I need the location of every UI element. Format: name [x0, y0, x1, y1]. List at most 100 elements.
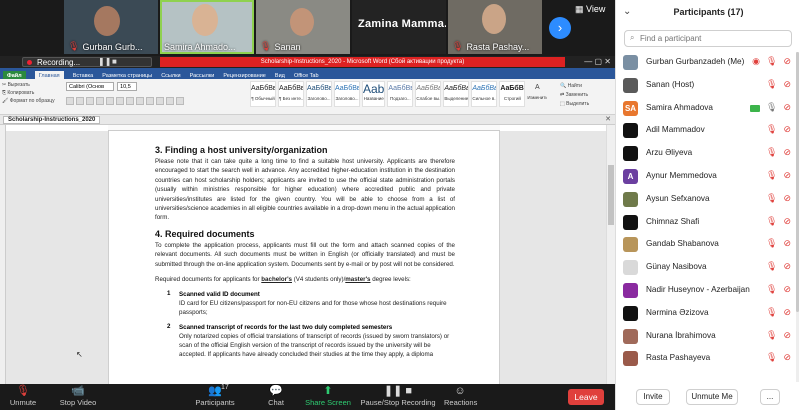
video-off-icon[interactable]: ⊘ — [783, 124, 791, 135]
style-title[interactable]: Aab Название — [362, 81, 386, 107]
style-heading-1[interactable]: АаБбВв Заголово... — [306, 81, 332, 107]
underline-button[interactable] — [86, 97, 94, 105]
video-off-icon[interactable]: ⊘ — [783, 102, 791, 113]
italic-button[interactable] — [76, 97, 84, 105]
video-off-icon[interactable]: ⊘ — [783, 352, 791, 363]
mic-off-icon[interactable]: 🎙 — [766, 170, 777, 181]
style-heading-2[interactable]: АаБбВвГЗаголово... — [334, 81, 360, 107]
mic-off-icon[interactable]: 🎙 — [766, 238, 777, 249]
reactions-button[interactable]: ☺ Reactions — [444, 384, 477, 410]
font-name-select[interactable]: Calibri (Основ — [66, 82, 114, 91]
participant-search[interactable]: ⌕ — [624, 30, 792, 47]
font-size-select[interactable]: 10,5 — [117, 82, 138, 91]
video-off-icon[interactable]: ⊘ — [783, 56, 791, 67]
invite-button[interactable]: Invite — [636, 389, 670, 405]
video-tile-5[interactable]: 🎙 Rasta Pashay... — [448, 0, 542, 54]
document-page[interactable]: 3. Finding a host university/organizatio… — [108, 131, 500, 384]
mic-off-icon[interactable]: 🎙 — [766, 284, 777, 295]
style-subtle-emphasis[interactable]: АаБбВвГгСлабое вы... — [415, 81, 442, 107]
participant-row[interactable]: Aysun Sefxanova 🎙 ⊘ — [616, 189, 800, 212]
style-emphasis[interactable]: АаБбВвГгВыделение — [443, 81, 470, 107]
superscript-button[interactable] — [116, 97, 124, 105]
video-off-icon[interactable]: ⊘ — [783, 147, 791, 158]
strike-button[interactable] — [96, 97, 104, 105]
share-screen-button[interactable]: ⬆ Share Screen — [305, 384, 351, 410]
replace-button[interactable]: ⇄ Заменить — [560, 91, 612, 100]
participant-row[interactable]: Rasta Pashayeva 🎙 ⊘ — [616, 348, 800, 371]
align-left-button[interactable] — [126, 97, 134, 105]
participant-list-scrollbar[interactable] — [796, 52, 799, 382]
video-off-icon[interactable]: ⊘ — [783, 261, 791, 272]
shading-button[interactable] — [176, 97, 184, 105]
window-controls[interactable]: — ▢ ✕ — [584, 57, 611, 66]
participant-row[interactable]: Gandab Shabanova 🎙 ⊘ — [616, 234, 800, 257]
style-no-spacing[interactable]: АаБбВвГг,¶ Без инте... — [278, 81, 304, 107]
participant-row[interactable]: Adil Mammadov 🎙 ⊘ — [616, 120, 800, 143]
unmute-button[interactable]: 🎙 Unmute — [6, 384, 40, 410]
participant-row[interactable]: Sanan (Host) 🎙 ⊘ — [616, 75, 800, 98]
participants-button[interactable]: 👥 17 Participants — [193, 384, 237, 410]
participant-row[interactable]: Gurban Gurbanzadeh (Me) ◉ 🎙 ⊘ — [616, 52, 800, 75]
participant-row[interactable]: Arzu Əliyeva 🎙 ⊘ — [616, 143, 800, 166]
close-icon[interactable]: ✕ — [605, 115, 611, 123]
leave-button[interactable]: Leave — [568, 389, 604, 405]
video-tile-3[interactable]: 🎙 Sanan — [256, 0, 350, 54]
style-strong[interactable]: АаБбВвГгСтрогий — [499, 81, 526, 107]
mic-off-icon[interactable]: 🎙 — [766, 352, 777, 363]
participant-row[interactable]: A Aynur Memmedova 🎙 ⊘ — [616, 166, 800, 189]
video-off-icon[interactable]: ⊘ — [783, 79, 791, 90]
justify-button[interactable] — [156, 97, 164, 105]
style-normal[interactable]: АаБбВвГг,¶ Обычный — [250, 81, 276, 107]
video-off-icon[interactable]: ⊘ — [783, 284, 791, 295]
style-subtitle[interactable]: АаБбВвГПодзаго... — [387, 81, 414, 107]
mic-off-icon[interactable]: 🎙 — [766, 56, 777, 67]
scroll-thumb[interactable] — [796, 52, 799, 312]
video-off-icon[interactable]: ⊘ — [783, 307, 791, 318]
next-page-icon[interactable]: › — [549, 17, 571, 39]
vertical-scrollbar[interactable] — [606, 125, 615, 384]
video-off-icon[interactable]: ⊘ — [783, 193, 791, 204]
view-button[interactable]: ▦ View — [575, 4, 605, 15]
mic-off-icon[interactable]: 🎙 — [766, 147, 777, 158]
style-intense-emphasis[interactable]: АаБбВвГгСильное в... — [471, 81, 498, 107]
find-button[interactable]: 🔍 Найти — [560, 82, 612, 91]
subscript-button[interactable] — [106, 97, 114, 105]
change-styles-button[interactable]: AИзменить стили — [527, 81, 547, 107]
video-off-icon[interactable]: ⊘ — [783, 170, 791, 181]
participant-row[interactable]: Chimnaz Shafi 🎙 ⊘ — [616, 212, 800, 235]
more-button[interactable]: ... — [760, 389, 780, 405]
cut-button[interactable]: ✂ Вырезать — [2, 81, 62, 89]
bold-button[interactable] — [66, 97, 74, 105]
line-spacing-button[interactable] — [166, 97, 174, 105]
mic-off-icon[interactable]: 🎙 — [766, 261, 777, 272]
search-input[interactable] — [640, 32, 788, 45]
video-off-icon[interactable]: ⊘ — [783, 216, 791, 227]
participant-row[interactable]: Nurana İbrahimova 🎙 ⊘ — [616, 326, 800, 349]
mic-icon[interactable]: 🎙 — [766, 102, 777, 113]
document-tab[interactable]: Scholarship-Instructions_2020 — [3, 116, 101, 124]
stop-icon[interactable]: ■ — [112, 57, 117, 66]
pause-icon[interactable]: ❚❚ — [98, 57, 111, 66]
format-painter-button[interactable]: 🖌 Формат по образцу — [2, 97, 62, 105]
mic-off-icon[interactable]: 🎙 — [766, 216, 777, 227]
video-tile-4[interactable]: Zamina Mamma... — [352, 0, 446, 54]
video-off-icon[interactable]: ⊘ — [783, 330, 791, 341]
mic-off-icon[interactable]: 🎙 — [766, 124, 777, 135]
scroll-thumb[interactable] — [608, 165, 614, 225]
chat-button[interactable]: 💬 Chat — [262, 384, 290, 410]
select-button[interactable]: ⬚ Выделить — [560, 100, 612, 109]
mic-off-icon[interactable]: 🎙 — [766, 330, 777, 341]
copy-button[interactable]: ⎘ Копировать — [2, 89, 62, 97]
participant-row[interactable]: Nadir Huseynov - Azerbaijan 🎙 ⊘ — [616, 280, 800, 303]
mic-off-icon[interactable]: 🎙 — [766, 193, 777, 204]
participant-row[interactable]: Günay Nasibova 🎙 ⊘ — [616, 257, 800, 280]
video-tile-2[interactable]: Samira Ahmado... — [160, 0, 254, 54]
mic-off-icon[interactable]: 🎙 — [766, 307, 777, 318]
mic-off-icon[interactable]: 🎙 — [766, 79, 777, 90]
align-right-button[interactable] — [146, 97, 154, 105]
unmute-me-button[interactable]: Unmute Me — [686, 389, 738, 405]
stop-video-button[interactable]: 📹 Stop Video — [56, 384, 100, 410]
participant-row[interactable]: Nərmina Əzizova 🎙 ⊘ — [616, 303, 800, 326]
align-center-button[interactable] — [136, 97, 144, 105]
video-tile-1[interactable]: 🎙 Gurban Gurb... — [64, 0, 158, 54]
